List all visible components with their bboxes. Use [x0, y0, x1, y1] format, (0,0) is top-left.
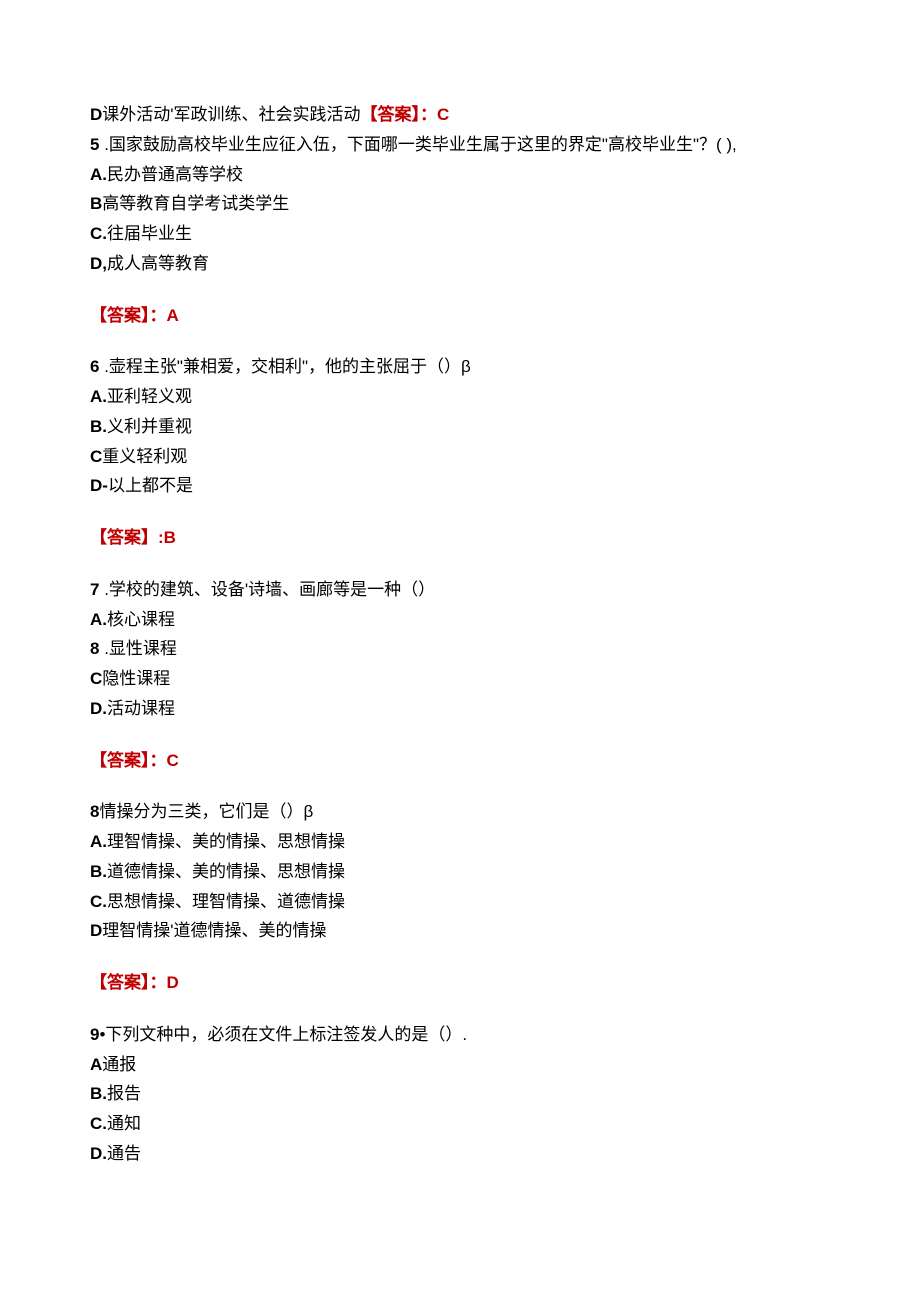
q6-stem: 6 .壶程主张"兼相爱，交相利"，他的主张屈于（）β: [90, 352, 850, 382]
option-text: 报告: [107, 1084, 141, 1103]
option-text: .显性课程: [99, 639, 176, 658]
option-prefix: D.: [90, 699, 107, 718]
option-prefix: C.: [90, 224, 107, 243]
option-prefix: D-: [90, 476, 108, 495]
q8-answer: 【答案】：D: [90, 968, 850, 998]
option-prefix: B.: [90, 862, 107, 881]
q5-option-d: D,成人高等教育: [90, 249, 850, 279]
option-prefix: D: [90, 921, 102, 940]
option-prefix: A.: [90, 165, 107, 184]
q4-option-d-line: D课外活动'军政训练、社会实践活动【答案】：C: [90, 100, 850, 130]
option-prefix: B.: [90, 1084, 107, 1103]
q7-text: .学校的建筑、设备'诗墙、画廊等是一种（）: [99, 580, 435, 599]
q7-option-d: D.活动课程: [90, 694, 850, 724]
q9-option-c: C.通知: [90, 1109, 850, 1139]
q8-option-a: A.理智情操、美的情操、思想情操: [90, 827, 850, 857]
q5-option-a: A.民办普通高等学校: [90, 160, 850, 190]
q7-option-c: C隐性课程: [90, 664, 850, 694]
option-d-prefix: D: [90, 105, 102, 124]
option-prefix: C.: [90, 1114, 107, 1133]
option-prefix: B.: [90, 417, 107, 436]
option-text: 通报: [102, 1055, 136, 1074]
q5-text: .国家鼓励高校毕业生应征入伍，下面哪一类毕业生属于这里的界定"高校毕业生"？( …: [99, 135, 736, 154]
q6-option-b: B.义利并重视: [90, 412, 850, 442]
q5-stem: 5 .国家鼓励高校毕业生应征入伍，下面哪一类毕业生属于这里的界定"高校毕业生"？…: [90, 130, 850, 160]
q7-option-b: 8 .显性课程: [90, 634, 850, 664]
option-prefix: D.: [90, 1144, 107, 1163]
option-prefix: A.: [90, 832, 107, 851]
option-text: 亚利轻义观: [107, 387, 192, 406]
option-prefix: D,: [90, 254, 107, 273]
q8-stem: 8情操分为三类，它们是（）β: [90, 797, 850, 827]
option-text: 通告: [107, 1144, 141, 1163]
q8-option-c: C.思想情操、理智情操、道德情操: [90, 887, 850, 917]
option-text: 理智情操'道德情操、美的情操: [102, 921, 326, 940]
q5-answer: 【答案】：A: [90, 301, 850, 331]
q8-option-d: D理智情操'道德情操、美的情操: [90, 916, 850, 946]
option-text: 重义轻利观: [102, 447, 187, 466]
q6-option-c: C重义轻利观: [90, 442, 850, 472]
q8-option-b: B.道德情操、美的情操、思想情操: [90, 857, 850, 887]
option-text: 高等教育自学考试类学生: [102, 194, 289, 213]
option-text: 隐性课程: [102, 669, 170, 688]
option-text: 义利并重视: [107, 417, 192, 436]
option-text: 理智情操、美的情操、思想情操: [107, 832, 345, 851]
option-text: 成人高等教育: [107, 254, 209, 273]
option-text: 通知: [107, 1114, 141, 1133]
q6-option-a: A.亚利轻义观: [90, 382, 850, 412]
option-text: 思想情操、理智情操、道德情操: [107, 892, 345, 911]
option-text: 活动课程: [107, 699, 175, 718]
q6-text: .壶程主张"兼相爱，交相利"，他的主张屈于（）β: [99, 357, 470, 376]
option-prefix: A.: [90, 387, 107, 406]
q7-stem: 7 .学校的建筑、设备'诗墙、画廊等是一种（）: [90, 575, 850, 605]
q8-text: 情操分为三类，它们是（）β: [99, 802, 313, 821]
option-text: 往届毕业生: [107, 224, 192, 243]
option-text: 核心课程: [107, 610, 175, 629]
q9-option-d: D.通告: [90, 1139, 850, 1169]
q6-option-d: D-以上都不是: [90, 471, 850, 501]
q7-option-a: A.核心课程: [90, 605, 850, 635]
option-prefix: C.: [90, 892, 107, 911]
option-text: 道德情操、美的情操、思想情操: [107, 862, 345, 881]
q5-option-b: B高等教育自学考试类学生: [90, 189, 850, 219]
option-prefix: B: [90, 194, 102, 213]
q7-answer: 【答案】：C: [90, 746, 850, 776]
option-prefix: A: [90, 1055, 102, 1074]
option-prefix: C: [90, 669, 102, 688]
option-prefix: C: [90, 447, 102, 466]
option-prefix: A.: [90, 610, 107, 629]
q9-text: •下列文种中，必须在文件上标注签发人的是（）.: [99, 1025, 467, 1044]
option-text: 民办普通高等学校: [107, 165, 243, 184]
q6-answer: 【答案】:B: [90, 523, 850, 553]
q9-option-b: B.报告: [90, 1079, 850, 1109]
option-text: 以上都不是: [108, 476, 193, 495]
q9-stem: 9•下列文种中，必须在文件上标注签发人的是（）.: [90, 1020, 850, 1050]
q5-option-c: C.往届毕业生: [90, 219, 850, 249]
q9-option-a: A通报: [90, 1050, 850, 1080]
answer-inline: 【答案】：C: [361, 105, 450, 124]
option-d-text: 课外活动'军政训练、社会实践活动: [102, 105, 360, 124]
